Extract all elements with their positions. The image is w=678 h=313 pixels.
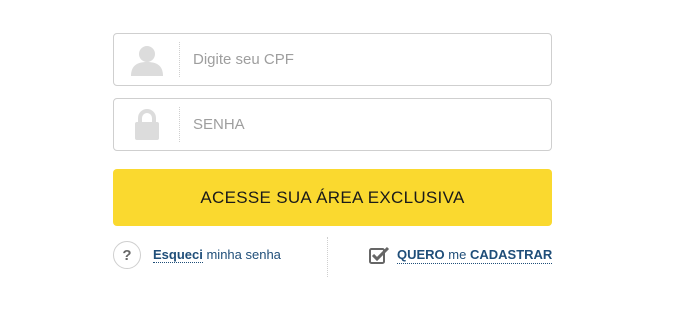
lock-icon <box>114 99 179 150</box>
access-button[interactable]: ACESSE SUA ÁREA EXCLUSIVA <box>113 169 552 226</box>
password-input[interactable] <box>193 99 533 150</box>
user-icon <box>114 34 179 85</box>
register-part2: me <box>444 247 470 262</box>
field-divider <box>179 107 180 142</box>
register-link[interactable]: QUERO me CADASTRAR <box>397 247 553 264</box>
cpf-input[interactable] <box>193 34 533 85</box>
forgot-rest: minha senha <box>202 247 281 262</box>
forgot-password-link[interactable]: Esqueci minha senha <box>153 247 281 263</box>
question-icon[interactable]: ? <box>113 241 141 269</box>
password-field[interactable] <box>113 98 552 151</box>
links-divider <box>327 237 328 277</box>
register-part3: CADASTRAR <box>469 247 553 262</box>
field-divider <box>179 42 180 77</box>
forgot-strong: Esqueci <box>153 247 203 263</box>
cpf-field[interactable] <box>113 33 552 86</box>
checkbox-check-icon <box>369 246 390 264</box>
register-part1: QUERO <box>397 247 445 262</box>
question-glyph: ? <box>122 246 132 264</box>
